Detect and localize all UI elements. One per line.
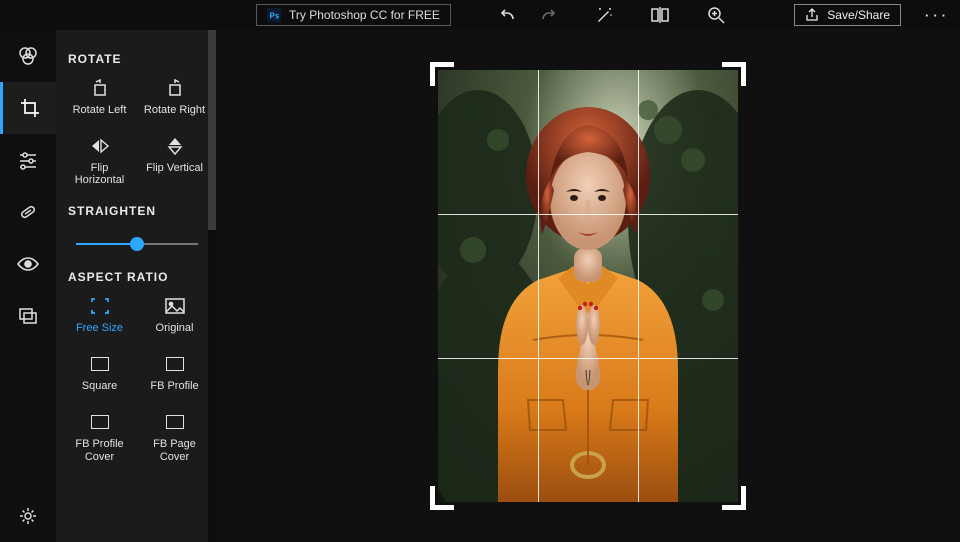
svg-text:Ps: Ps	[270, 12, 280, 21]
flip-vertical-label: Flip Vertical	[146, 162, 203, 174]
flip-horizontal-label: Flip Horizontal	[66, 162, 133, 186]
rail-adjust[interactable]	[0, 134, 56, 186]
rotate-right-button[interactable]: Rotate Right	[141, 78, 208, 116]
save-share-label: Save/Share	[827, 8, 890, 22]
compare-button[interactable]	[643, 2, 677, 28]
undo-button[interactable]	[491, 2, 525, 28]
photoshop-promo-button[interactable]: Ps Try Photoshop CC for FREE	[256, 4, 451, 26]
photo-image	[438, 70, 738, 502]
zoom-button[interactable]	[699, 2, 733, 28]
auto-enhance-button[interactable]	[587, 2, 621, 28]
flip-vertical-button[interactable]: Flip Vertical	[141, 136, 208, 186]
aspect-option-label: Square	[82, 380, 117, 392]
aspect-option-icon	[89, 412, 111, 432]
rotate-left-icon	[89, 78, 111, 98]
share-icon	[805, 8, 819, 22]
aspect-option-icon	[164, 354, 186, 374]
aspect-option-label: Original	[156, 322, 194, 334]
rail-filters[interactable]	[0, 30, 56, 82]
panel-scroll-thumb[interactable]	[208, 30, 216, 230]
top-bar: Ps Try Photoshop CC for FREE Save/Share …	[0, 0, 960, 30]
rail-settings[interactable]	[0, 490, 56, 542]
aspect-option-label: FB Page Cover	[141, 438, 208, 462]
crop-handle-bottom-left[interactable]	[430, 486, 454, 510]
photoshop-promo-label: Try Photoshop CC for FREE	[289, 8, 440, 22]
tool-rail	[0, 30, 56, 542]
crop-frame[interactable]	[438, 70, 738, 502]
aspect-option-original[interactable]: Original	[141, 296, 208, 334]
crop-handle-bottom-right[interactable]	[722, 486, 746, 510]
rail-frames[interactable]	[0, 290, 56, 342]
photoshop-icon: Ps	[267, 8, 281, 22]
aspect-option-label: FB Profile	[150, 380, 198, 392]
aspect-option-label: FB Profile Cover	[66, 438, 133, 462]
rotate-left-label: Rotate Left	[73, 104, 127, 116]
flip-horizontal-button[interactable]: Flip Horizontal	[66, 136, 133, 186]
rotate-left-button[interactable]: Rotate Left	[66, 78, 133, 116]
rail-redeye[interactable]	[0, 238, 56, 290]
crop-handle-top-right[interactable]	[722, 62, 746, 86]
canvas-area[interactable]	[216, 30, 960, 542]
aspect-option-fb-profile[interactable]: FB Profile	[141, 354, 208, 392]
crop-options-panel: ROTATE Rotate Left Rotate Right Flip Hor…	[56, 30, 216, 542]
rail-crop[interactable]	[0, 82, 56, 134]
aspect-option-icon	[89, 296, 111, 316]
save-share-button[interactable]: Save/Share	[794, 4, 901, 26]
app-body: ROTATE Rotate Left Rotate Right Flip Hor…	[0, 30, 960, 542]
straighten-slider[interactable]	[76, 234, 198, 254]
straighten-section-title: STRAIGHTEN	[68, 204, 208, 218]
rail-heal[interactable]	[0, 186, 56, 238]
rotate-right-icon	[164, 78, 186, 98]
aspect-option-icon	[89, 354, 111, 374]
aspect-ratio-section-title: ASPECT RATIO	[68, 270, 208, 284]
redo-button[interactable]	[531, 2, 565, 28]
aspect-option-fb-profile-cover[interactable]: FB Profile Cover	[66, 412, 133, 462]
aspect-option-label: Free Size	[76, 322, 123, 334]
crop-handle-top-left[interactable]	[430, 62, 454, 86]
aspect-option-square[interactable]: Square	[66, 354, 133, 392]
aspect-option-free-size[interactable]: Free Size	[66, 296, 133, 334]
rotate-section-title: ROTATE	[68, 52, 208, 66]
aspect-option-fb-page-cover[interactable]: FB Page Cover	[141, 412, 208, 462]
more-menu-button[interactable]: ···	[925, 8, 950, 23]
rotate-right-label: Rotate Right	[144, 104, 205, 116]
flip-vertical-icon	[164, 136, 186, 156]
flip-horizontal-icon	[89, 136, 111, 156]
aspect-option-icon	[164, 412, 186, 432]
aspect-option-icon	[164, 296, 186, 316]
